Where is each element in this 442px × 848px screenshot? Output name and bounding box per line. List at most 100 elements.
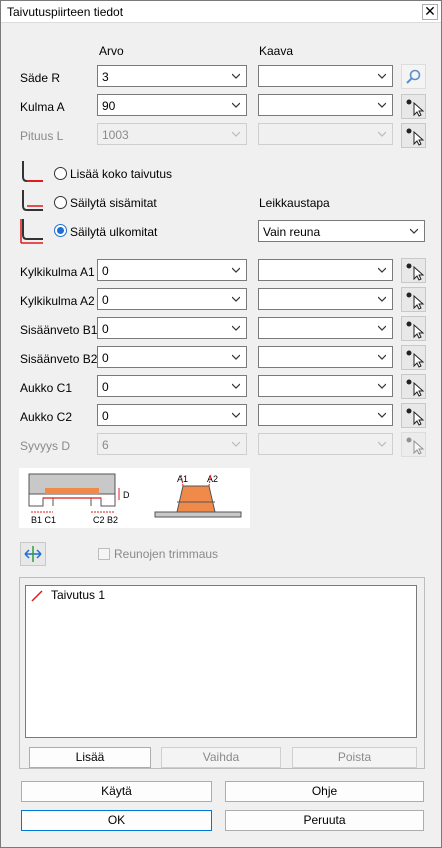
chevron-down-icon [232,383,240,389]
pick-point-button[interactable] [401,258,426,283]
relief-value-combo-text: 0 [102,293,109,307]
cut-method-value: Vain reuna [263,225,321,239]
pick-point-button[interactable] [401,94,426,119]
angle-value: 90 [102,99,116,113]
chevron-down-icon [232,102,240,108]
param-label-angle: Kulma A [20,100,65,114]
pick-point-icon [406,350,425,368]
cancel-button[interactable]: Peruuta [225,810,424,831]
diagram-label-b1c1: B1 C1 [31,515,56,525]
pick-point-icon [406,263,425,281]
relief-value-combo-text: 0 [102,322,109,336]
chevron-down-icon [378,354,386,360]
pick-point-button[interactable] [401,345,426,370]
change-button[interactable]: Vaihda [161,747,281,768]
angle-value-combo[interactable]: 90 [97,94,247,116]
formula-column-header: Kaava [259,44,294,58]
radio-keep-outer[interactable] [54,224,67,237]
radius-formula-combo[interactable] [258,65,393,87]
add-button[interactable]: Lisää [29,747,151,768]
relief-row-label: Aukko C2 [20,410,73,424]
relief-diagram: D B1 C1 C2 B2 A1 A2 [19,468,250,528]
diagram-label-d: D [123,490,130,500]
pick-point-icon [406,292,425,310]
chevron-down-icon [378,131,386,137]
relief-formula-combo[interactable] [258,375,393,397]
chevron-down-icon [232,73,240,79]
remove-button[interactable]: Poista [292,747,417,768]
relief-value-combo[interactable]: 0 [97,404,247,426]
radio-add-full-bend[interactable] [54,167,67,180]
relief-value-combo[interactable]: 0 [97,346,247,368]
option-add-full-bend: Lisää koko taivutus [70,167,173,181]
search-button[interactable] [401,64,426,89]
relief-formula-combo[interactable] [258,433,393,455]
relief-value-combo-text: 0 [102,409,109,423]
cut-method-combo[interactable]: Vain reuna [258,220,425,242]
length-formula-combo[interactable] [258,123,393,145]
close-button[interactable]: ✕ [422,4,438,20]
pick-point-button[interactable] [401,123,426,148]
radio-keep-inner[interactable] [54,196,67,209]
chevron-down-icon [232,267,240,273]
relief-formula-combo[interactable] [258,288,393,310]
apply-button[interactable]: Käytä [21,781,212,802]
value-column-header: Arvo [99,44,124,58]
bend-full-icon [22,161,43,182]
pick-point-button[interactable] [401,432,426,457]
length-value: 1003 [102,128,129,142]
relief-formula-combo[interactable] [258,259,393,281]
trim-edges-button[interactable] [20,542,46,566]
dialog-window: Taivutuspiirteen tiedot ✕ Arvo Kaava Säd… [0,0,442,848]
relief-row-label: Kylkikulma A2 [20,294,95,308]
relief-value-combo[interactable]: 0 [97,375,247,397]
cut-method-label: Leikkaustapa [259,196,330,210]
close-icon: ✕ [424,3,436,19]
pick-point-icon [406,437,425,455]
pick-point-button[interactable] [401,287,426,312]
relief-diagram-graphic: D B1 C1 C2 B2 A1 A2 [28,473,242,525]
relief-value-combo-text: 6 [102,438,109,452]
chevron-down-icon [232,296,240,302]
relief-value-combo-text: 0 [102,264,109,278]
relief-value-combo[interactable]: 6 [97,433,247,455]
trim-edges-checkbox[interactable] [98,548,110,560]
help-button[interactable]: Ohje [225,781,424,802]
param-label-length: Pituus L [20,129,64,143]
chevron-down-icon [378,296,386,302]
relief-row-label: Kylkikulma A1 [20,265,95,279]
bend-list[interactable]: Taivutus 1 [25,585,417,738]
option-keep-outer: Säilytä ulkomitat [70,225,158,239]
pick-point-button[interactable] [401,374,426,399]
angle-formula-combo[interactable] [258,94,393,116]
relief-formula-combo[interactable] [258,346,393,368]
bend-line-icon [31,590,43,602]
length-value-combo[interactable]: 1003 [97,123,247,145]
bend-outer-icon [20,219,43,244]
relief-value-combo-text: 0 [102,380,109,394]
relief-formula-combo[interactable] [258,317,393,339]
radius-value: 3 [102,70,109,84]
radius-value-combo[interactable]: 3 [97,65,247,87]
list-item-label: Taivutus 1 [51,588,106,602]
chevron-down-icon [232,131,240,137]
chevron-down-icon [378,102,386,108]
relief-row-label: Aukko C1 [20,381,73,395]
relief-value-combo[interactable]: 0 [97,317,247,339]
relief-value-combo-text: 0 [102,351,109,365]
chevron-down-icon [378,73,386,79]
bend-inner-icon [22,190,43,211]
chevron-down-icon [232,441,240,447]
ok-button[interactable]: OK [21,810,212,831]
chevron-down-icon [232,354,240,360]
pick-point-button[interactable] [401,403,426,428]
chevron-down-icon [410,228,418,234]
pick-point-icon [406,321,425,339]
chevron-down-icon [378,383,386,389]
relief-value-combo[interactable]: 0 [97,259,247,281]
relief-formula-combo[interactable] [258,404,393,426]
pick-point-icon [406,128,425,146]
chevron-down-icon [378,325,386,331]
relief-value-combo[interactable]: 0 [97,288,247,310]
pick-point-button[interactable] [401,316,426,341]
